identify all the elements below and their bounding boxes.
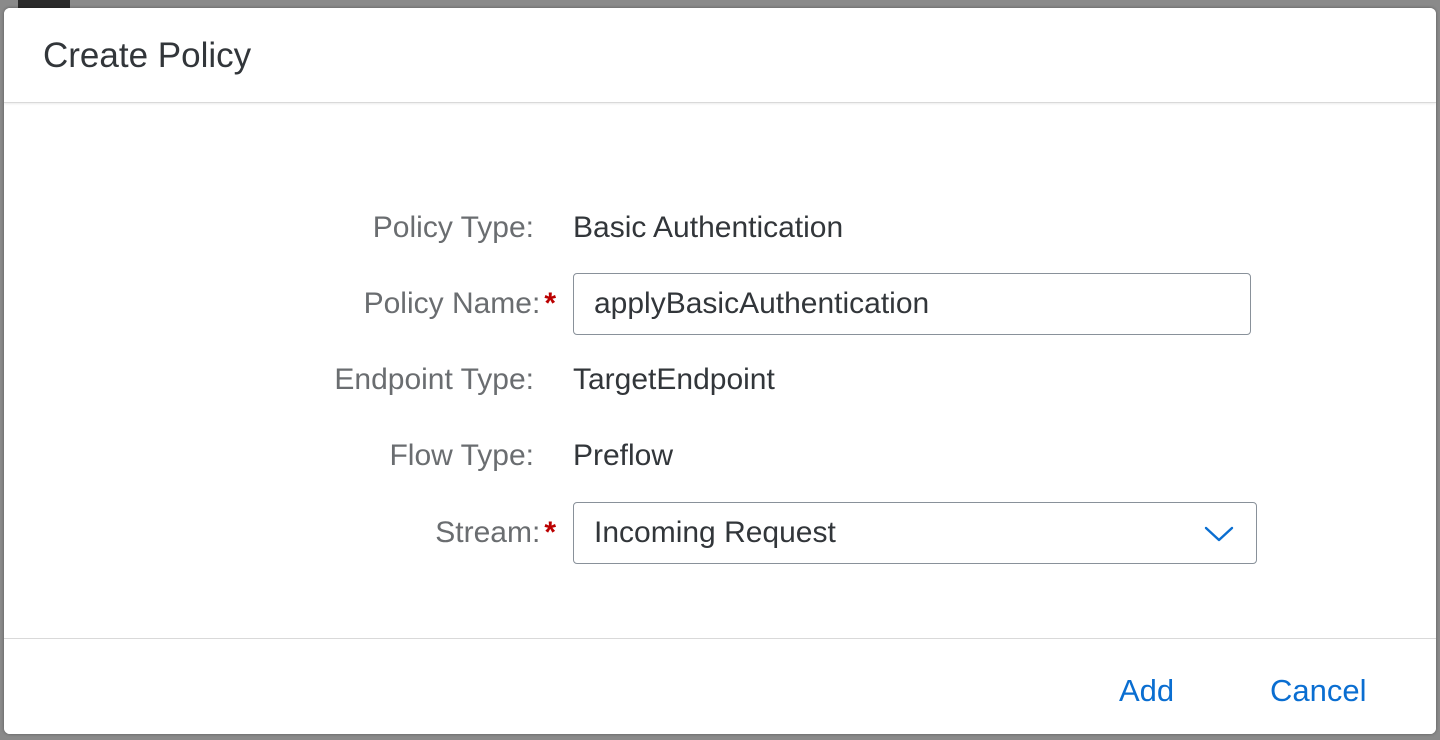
policy-type-row: Policy Type: Basic Authentication — [4, 197, 1436, 259]
policy-type-value: Basic Authentication — [573, 211, 844, 244]
required-marker: * — [544, 287, 556, 320]
endpoint-type-value: TargetEndpoint — [573, 363, 775, 396]
stream-label-text: Stream: — [435, 516, 541, 549]
dialog-title: Create Policy — [43, 36, 252, 75]
endpoint-type-label: Endpoint Type: — [334, 363, 534, 396]
policy-name-row: Policy Name: * — [4, 273, 1436, 335]
endpoint-type-row: Endpoint Type: TargetEndpoint — [4, 349, 1436, 411]
flow-type-row: Flow Type: Preflow — [4, 425, 1436, 487]
flow-type-value: Preflow — [573, 439, 674, 472]
policy-name-input[interactable] — [573, 273, 1251, 335]
cancel-button[interactable]: Cancel — [1258, 661, 1379, 721]
required-marker: * — [544, 516, 556, 549]
stream-selected-value: Incoming Request — [594, 516, 836, 549]
chevron-down-icon[interactable] — [1202, 520, 1236, 546]
policy-type-label: Policy Type: — [372, 211, 534, 244]
create-policy-dialog: Create Policy Policy Type: Basic Authent… — [4, 8, 1436, 734]
dialog-header: Create Policy — [4, 8, 1436, 103]
policy-form: Policy Type: Basic Authentication Policy… — [4, 102, 1436, 638]
add-button[interactable]: Add — [1107, 661, 1186, 721]
flow-type-label: Flow Type: — [389, 439, 534, 472]
policy-name-label-text: Policy Name: — [363, 287, 541, 320]
dialog-footer: Add Cancel — [4, 638, 1436, 734]
stream-label: Stream: * — [435, 502, 556, 564]
stream-row: Stream: * Incoming Request — [4, 502, 1436, 564]
policy-name-label: Policy Name: * — [364, 273, 556, 335]
stream-select[interactable]: Incoming Request — [573, 502, 1257, 564]
background-tab — [18, 0, 70, 8]
